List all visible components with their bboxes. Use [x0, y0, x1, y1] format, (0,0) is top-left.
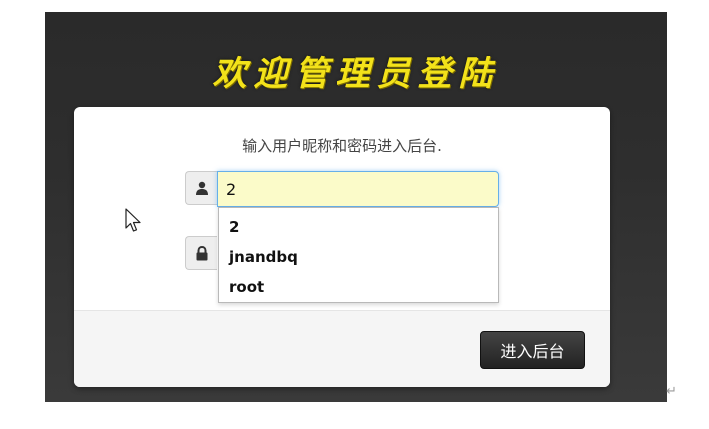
- autocomplete-option[interactable]: root: [219, 272, 498, 302]
- username-input[interactable]: [217, 171, 499, 207]
- user-icon: [195, 181, 208, 195]
- paragraph-return-icon: ↵: [666, 384, 677, 399]
- login-page-frame: 欢迎管理员登陆 输入用户昵称和密码进入后台. 2 jnandbq root: [45, 12, 667, 402]
- mouse-cursor-icon: [125, 208, 141, 232]
- autocomplete-option[interactable]: jnandbq: [219, 242, 498, 272]
- lock-icon: [196, 245, 207, 260]
- username-addon: [185, 171, 217, 205]
- screenshot-canvas: 欢迎管理员登陆 输入用户昵称和密码进入后台. 2 jnandbq root: [0, 0, 709, 429]
- login-hint-text: 输入用户昵称和密码进入后台.: [242, 137, 442, 155]
- username-autocomplete-dropdown: 2 jnandbq root: [218, 207, 499, 303]
- login-panel: 输入用户昵称和密码进入后台. 2 jnandbq root: [74, 107, 610, 387]
- welcome-banner-title: 欢迎管理员登陆: [212, 54, 500, 94]
- autocomplete-option[interactable]: 2: [219, 212, 498, 242]
- enter-admin-button[interactable]: 进入后台: [480, 331, 585, 369]
- password-addon: [185, 236, 217, 270]
